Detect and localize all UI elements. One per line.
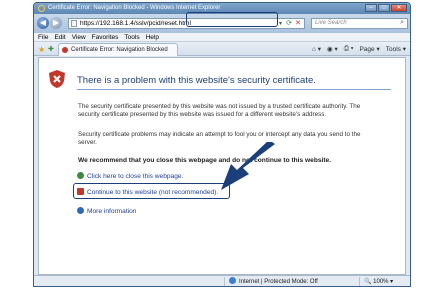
tab-bar: ★ ✚ Certificate Error: Navigation Blocke… xyxy=(34,42,410,56)
back-button[interactable]: ◀ xyxy=(37,17,49,29)
page-icon xyxy=(71,20,77,27)
favorites-star-icon[interactable]: ★ xyxy=(38,45,45,54)
security-zone: Internet | Protected Mode: Off xyxy=(224,277,354,286)
browser-window: Certificate Error: Navigation Blocked - … xyxy=(33,2,411,287)
continue-website-label[interactable]: Continue to this website (not recommende… xyxy=(87,189,218,196)
security-zone-label: Internet | Protected Mode: Off xyxy=(239,279,318,285)
certificate-explanation: The security certificate presented by th… xyxy=(78,103,361,118)
check-shield-icon xyxy=(77,172,84,179)
shield-error-icon xyxy=(49,70,65,88)
search-icon[interactable]: ⌕ xyxy=(400,19,404,27)
address-url[interactable]: https://192.168.1.4/sslv/pcid/reset.html xyxy=(80,20,191,27)
close-webpage-label[interactable]: Click here to close this webpage. xyxy=(87,173,183,180)
menu-bar: File Edit View Favorites Tools Help xyxy=(34,33,410,42)
recommendation-text: We recommend that you close this webpage… xyxy=(78,157,332,164)
menu-edit[interactable]: Edit xyxy=(54,33,65,41)
add-favorites-icon[interactable]: ✚ xyxy=(48,45,54,53)
error-tab-icon xyxy=(62,47,68,53)
menu-view[interactable]: View xyxy=(72,33,86,41)
more-information-label[interactable]: More information xyxy=(87,208,136,215)
page-menu-label: Page xyxy=(359,46,375,53)
minimize-button[interactable]: – xyxy=(365,4,377,12)
menu-file[interactable]: File xyxy=(38,33,48,41)
search-placeholder[interactable]: Live Search xyxy=(315,20,347,26)
menu-help[interactable]: Help xyxy=(146,33,159,41)
menu-favorites[interactable]: Favorites xyxy=(92,33,119,41)
print-icon[interactable]: ⎙ ▾ xyxy=(344,45,354,53)
forward-button[interactable]: ▶ xyxy=(50,17,62,29)
maximize-button[interactable]: □ xyxy=(378,4,390,12)
stop-icon[interactable]: ✕ xyxy=(295,19,301,27)
command-bar: ⌂ ▾ ◉ ▾ ⎙ ▾ Page ▾ Tools ▾ xyxy=(312,45,406,53)
search-box[interactable]: Live Search ⌕ xyxy=(311,18,408,29)
address-dropdown-icon[interactable]: ▾ xyxy=(279,20,282,27)
warning-shield-icon xyxy=(77,188,84,195)
tools-menu-label: Tools xyxy=(385,46,401,53)
status-bar: Internet | Protected Mode: Off 🔍 100% ▾ xyxy=(34,275,410,286)
zoom-level[interactable]: 🔍 100% ▾ xyxy=(359,277,407,286)
ie-logo-icon xyxy=(38,5,45,12)
tab-certificate-error[interactable]: Certificate Error: Navigation Blocked xyxy=(58,43,178,56)
menu-tools[interactable]: Tools xyxy=(124,33,139,41)
tools-menu[interactable]: Tools ▾ xyxy=(386,45,406,53)
page-content: There is a problem with this website's s… xyxy=(38,57,406,275)
page-heading: There is a problem with this website's s… xyxy=(77,75,316,86)
tab-label: Certificate Error: Navigation Blocked xyxy=(71,47,168,53)
heading-divider xyxy=(77,89,391,90)
feeds-icon[interactable]: ◉ ▾ xyxy=(327,45,338,53)
close-webpage-link[interactable]: Click here to close this webpage. xyxy=(77,172,183,180)
page-menu[interactable]: Page ▾ xyxy=(359,45,379,53)
globe-icon xyxy=(229,277,236,284)
window-title: Certificate Error: Navigation Blocked - … xyxy=(48,5,221,11)
callout-arrow-icon xyxy=(221,142,275,190)
continue-website-link[interactable]: Continue to this website (not recommende… xyxy=(77,188,218,196)
window-controls: – □ ✕ xyxy=(365,4,407,12)
more-information-link[interactable]: More information xyxy=(77,207,136,215)
close-button[interactable]: ✕ xyxy=(391,4,407,12)
zoom-label: 100% xyxy=(373,279,389,285)
expand-arrow-icon xyxy=(77,207,84,214)
home-icon[interactable]: ⌂ ▾ xyxy=(312,45,321,53)
refresh-icon[interactable]: ⟳ xyxy=(286,19,292,27)
address-callout-box xyxy=(186,12,278,27)
